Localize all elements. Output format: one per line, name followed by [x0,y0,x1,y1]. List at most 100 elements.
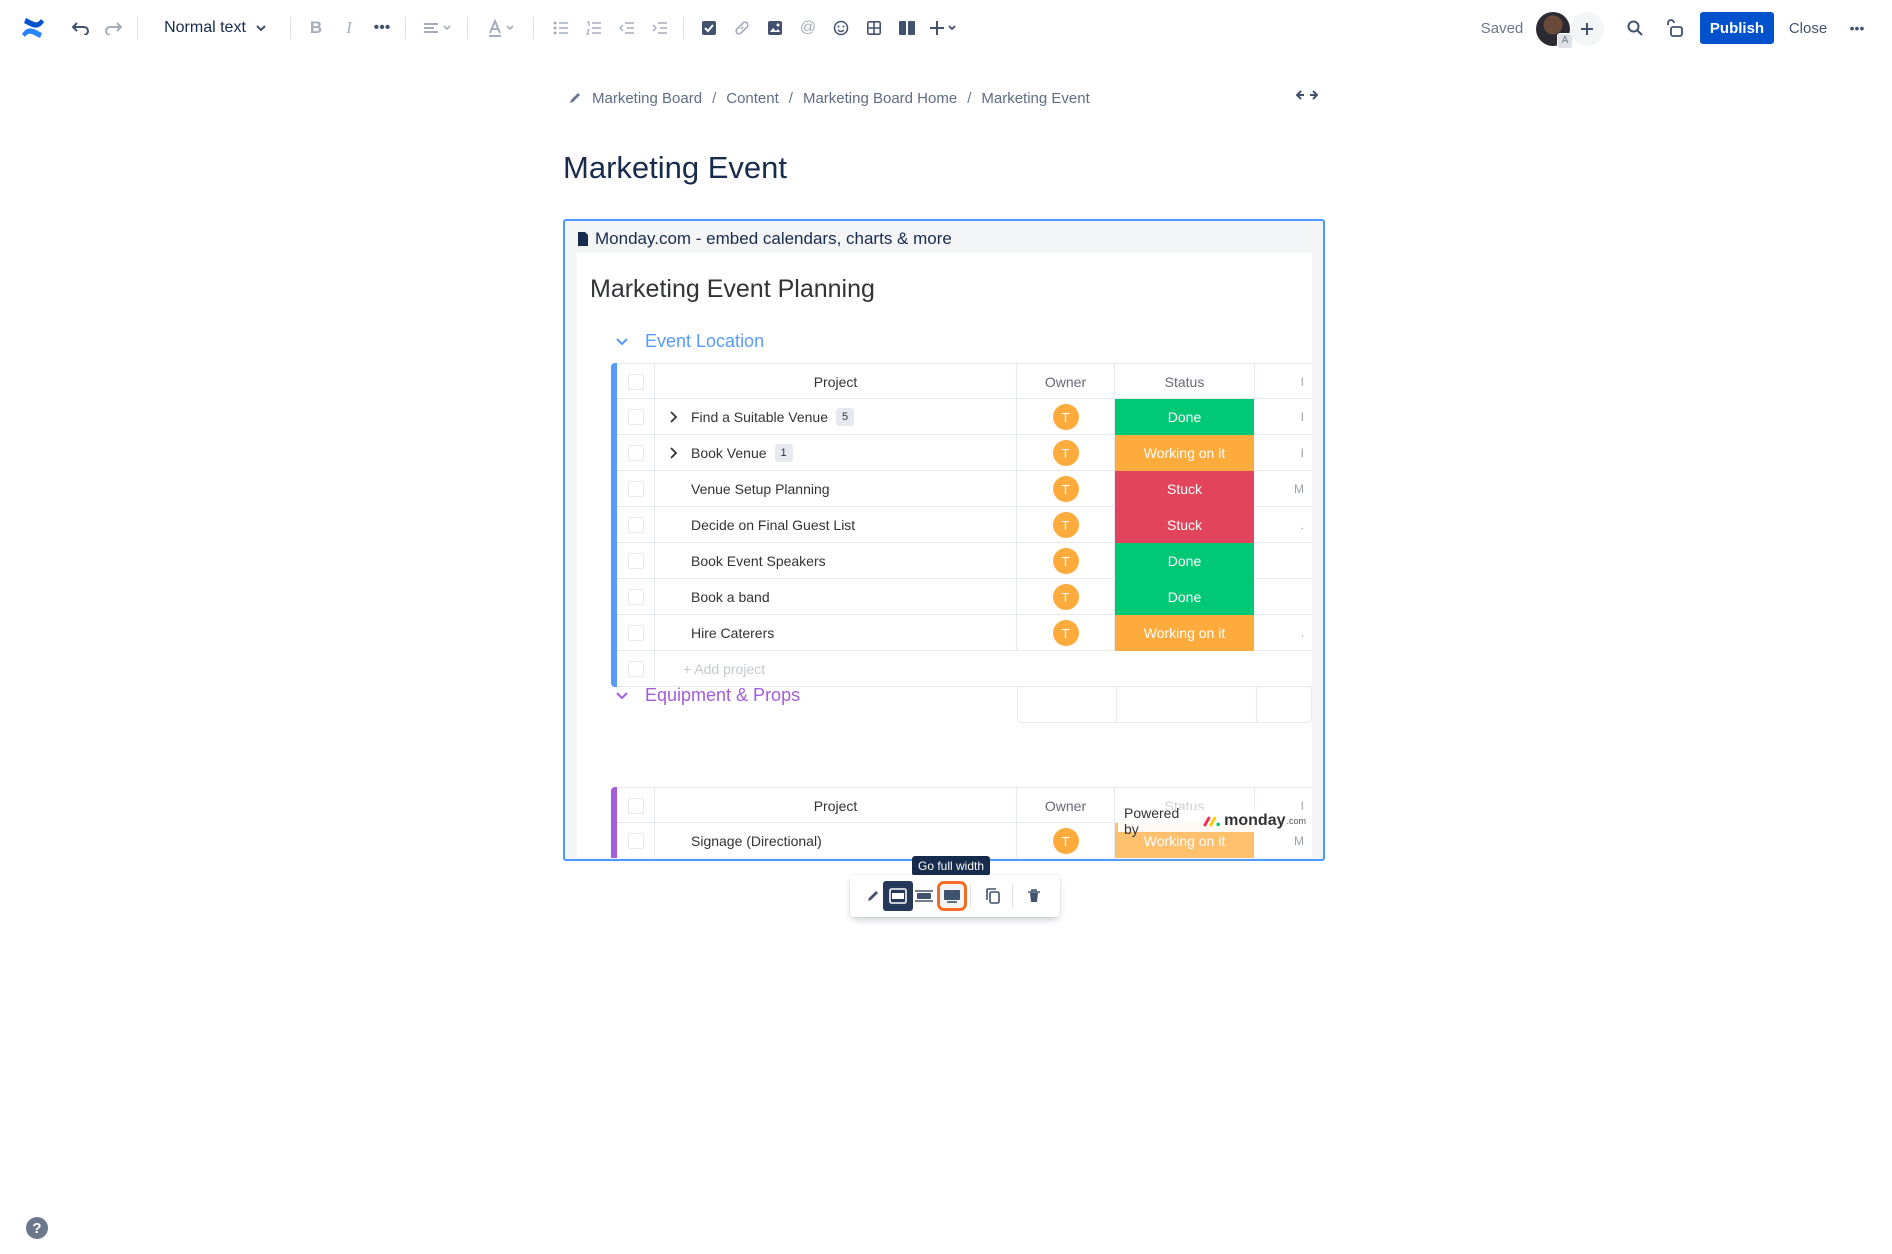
help-icon[interactable]: ? [26,1217,48,1239]
chevron-down-icon[interactable] [615,334,631,348]
project-name[interactable]: Find a Suitable Venue [691,409,828,425]
row-checkbox[interactable] [617,399,655,435]
image-icon[interactable] [764,0,786,56]
monday-embed[interactable]: Monday.com - embed calendars, charts & m… [563,219,1325,861]
column-header-owner[interactable]: Owner [1017,364,1115,400]
text-style-dropdown[interactable]: Normal text [158,0,274,56]
truncated-cell [1255,579,1312,615]
numbered-list-icon[interactable] [583,0,605,56]
row-checkbox[interactable] [617,471,655,507]
status-cell[interactable]: Working on it [1115,435,1255,471]
project-name[interactable]: Signage (Directional) [691,833,822,849]
row-checkbox[interactable] [617,543,655,579]
undo-icon[interactable] [70,0,92,56]
row-checkbox[interactable] [617,579,655,615]
indent-icon[interactable] [649,0,671,56]
layout-wide-icon[interactable] [909,881,939,911]
select-all-checkbox[interactable] [617,364,655,400]
insert-menu-icon[interactable] [928,0,962,56]
confluence-logo-icon[interactable] [18,0,48,56]
row-checkbox[interactable] [617,507,655,543]
owner-cell[interactable]: T [1017,435,1115,471]
status-cell[interactable]: Done [1115,399,1255,435]
subitems-count[interactable]: 5 [836,408,854,426]
row-checkbox[interactable] [617,435,655,471]
publish-button[interactable]: Publish [1700,12,1774,44]
more-actions-icon[interactable]: ••• [1846,0,1868,56]
mention-icon[interactable]: @ [797,0,819,56]
powered-by-monday[interactable]: Powered by monday .com [1118,805,1312,837]
column-header-project[interactable]: Project [655,788,1017,824]
monday-board: Marketing Event Planning Event Location … [577,253,1312,858]
project-name[interactable]: Hire Caterers [691,625,774,641]
bullet-list-icon[interactable] [550,0,572,56]
project-name[interactable]: Venue Setup Planning [691,481,830,497]
breadcrumb-item[interactable]: Marketing Board [592,90,702,107]
project-name[interactable]: Book Venue [691,445,767,461]
status-cell[interactable]: Stuck [1115,471,1255,507]
emoji-icon[interactable] [830,0,852,56]
table-row[interactable]: Book Event Speakers T Done [617,543,1312,579]
go-full-width-button[interactable] [937,881,967,911]
owner-cell[interactable]: T [1017,579,1115,615]
owner-cell[interactable]: T [1017,543,1115,579]
project-name[interactable]: Book a band [691,589,770,605]
text-style-label: Normal text [164,19,246,36]
redo-icon[interactable] [102,0,124,56]
table-row[interactable]: Book Venue 1 T Working on it I [617,435,1312,471]
italic-icon[interactable]: I [338,0,360,56]
status-cell[interactable]: Working on it [1115,615,1255,651]
owner-cell[interactable]: T [1017,615,1115,651]
close-button[interactable]: Close [1786,0,1830,56]
layouts-icon[interactable] [896,0,918,56]
table-row[interactable]: Venue Setup Planning T Stuck M [617,471,1312,507]
add-project-input[interactable]: + Add project [683,661,765,677]
subitems-count[interactable]: 1 [774,444,793,462]
link-icon[interactable] [731,0,753,56]
search-icon[interactable] [1624,0,1646,56]
outdent-icon[interactable] [616,0,638,56]
text-color-icon[interactable] [485,0,521,56]
restrictions-lock-icon[interactable] [1662,0,1686,56]
chevron-down-icon[interactable] [615,688,631,702]
action-item-icon[interactable] [698,0,720,56]
status-cell[interactable]: Done [1115,579,1255,615]
row-checkbox[interactable] [617,615,655,651]
owner-avatar: T [1052,584,1079,610]
project-name[interactable]: Decide on Final Guest List [691,517,855,533]
chevron-down-icon [256,25,266,32]
delete-trash-icon[interactable] [1019,881,1049,911]
edit-pencil-icon [570,93,580,103]
owner-cell[interactable]: T [1017,823,1115,858]
expand-width-icon[interactable] [1295,88,1319,107]
invite-collaborator-button[interactable] [1570,12,1604,46]
table-row[interactable]: Find a Suitable Venue 5 T Done I [617,399,1312,435]
owner-cell[interactable]: T [1017,507,1115,543]
group-header-equipment-props[interactable]: Equipment & Props [615,681,800,709]
status-cell[interactable]: Stuck [1115,507,1255,543]
owner-cell[interactable]: T [1017,471,1115,507]
more-formatting-icon[interactable]: ••• [371,0,393,56]
bold-icon[interactable]: B [305,0,327,56]
chevron-right-icon[interactable] [663,447,685,459]
column-header-project[interactable]: Project [655,364,1017,400]
owner-cell[interactable]: T [1017,399,1115,435]
row-checkbox[interactable] [617,823,655,858]
breadcrumb-item[interactable]: Content [726,90,779,107]
column-header-owner[interactable]: Owner [1017,788,1115,824]
status-cell[interactable]: Done [1115,543,1255,579]
breadcrumb-item[interactable]: Marketing Board Home [803,90,957,107]
table-row[interactable]: Hire Caterers T Working on it . [617,615,1312,651]
copy-icon[interactable] [978,881,1008,911]
project-name[interactable]: Book Event Speakers [691,553,826,569]
group-header-event-location[interactable]: Event Location [615,327,764,355]
table-row[interactable]: Decide on Final Guest List T Stuck . [617,507,1312,543]
chevron-right-icon[interactable] [663,411,685,423]
column-header-status[interactable]: Status [1115,364,1255,400]
table-row[interactable]: Book a band T Done [617,579,1312,615]
alignment-icon[interactable] [420,0,456,56]
page-title[interactable]: Marketing Event [563,150,787,186]
table-icon[interactable] [863,0,885,56]
breadcrumb-item[interactable]: Marketing Event [981,90,1089,107]
select-all-checkbox[interactable] [617,788,655,824]
